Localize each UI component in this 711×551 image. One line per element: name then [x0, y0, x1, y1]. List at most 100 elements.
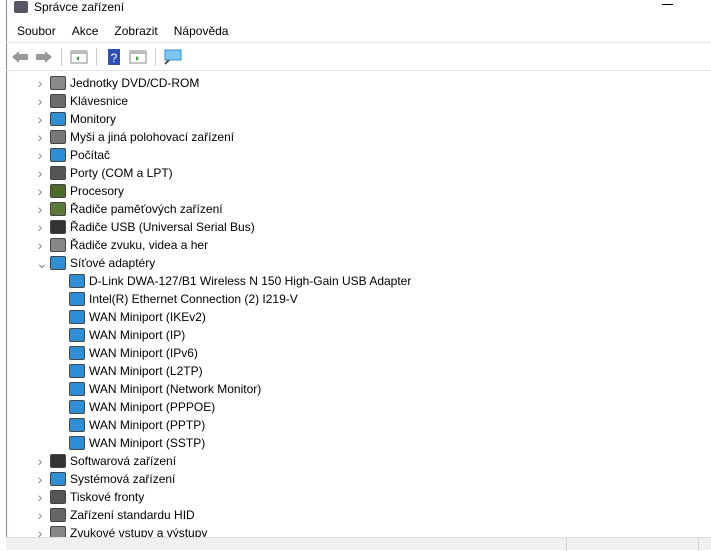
chevron-right-icon[interactable]: ›	[36, 453, 44, 469]
network-adapter-icon	[69, 346, 85, 360]
device-item[interactable]: WAN Miniport (IP)	[8, 326, 711, 344]
chevron-right-icon[interactable]: ›	[36, 93, 44, 109]
item-label: WAN Miniport (PPTP)	[89, 418, 206, 432]
category-item[interactable]: › Počítač	[8, 146, 711, 164]
chevron-right-icon[interactable]: ›	[36, 471, 44, 487]
forward-icon[interactable]	[34, 48, 54, 66]
category-item[interactable]: › Tiskové fronty	[8, 488, 711, 506]
category-item[interactable]: › Jednotky DVD/CD-ROM	[8, 74, 711, 92]
item-label: Zvukové vstupy a výstupy	[70, 526, 208, 537]
network-adapter-icon	[69, 436, 85, 450]
chevron-right-icon[interactable]: ›	[36, 111, 44, 127]
category-item[interactable]: › Zvukové vstupy a výstupy	[8, 524, 711, 537]
category-item[interactable]: › Softwarová zařízení	[8, 452, 711, 470]
title-bar: Správce zařízení	[14, 0, 124, 14]
device-item[interactable]: Intel(R) Ethernet Connection (2) I219-V	[8, 290, 711, 308]
category-item[interactable]: › Zařízení standardu HID	[8, 506, 711, 524]
item-label: Intel(R) Ethernet Connection (2) I219-V	[89, 292, 298, 306]
category-item[interactable]: › Klávesnice	[8, 92, 711, 110]
scan-hardware-icon[interactable]	[163, 48, 183, 66]
category-item[interactable]: › Myši a jiná polohovací zařízení	[8, 128, 711, 146]
properties-icon[interactable]	[69, 48, 89, 66]
item-label: Softwarová zařízení	[70, 454, 177, 468]
chevron-right-icon[interactable]: ›	[36, 219, 44, 235]
network-adapter-icon	[69, 400, 85, 414]
chevron-right-icon[interactable]: ›	[36, 507, 44, 523]
device-item[interactable]: WAN Miniport (Network Monitor)	[8, 380, 711, 398]
toolbar: ?	[10, 47, 183, 67]
chevron-right-icon[interactable]: ›	[36, 147, 44, 163]
toolbar-separator	[96, 48, 97, 66]
device-category-icon	[50, 184, 66, 198]
category-item[interactable]: ⌄ Síťové adaptéry	[8, 254, 711, 272]
category-item[interactable]: › Řadiče paměťových zařízení	[8, 200, 711, 218]
device-item[interactable]: WAN Miniport (IKEv2)	[8, 308, 711, 326]
item-label: Zařízení standardu HID	[70, 508, 195, 522]
device-item[interactable]: WAN Miniport (SSTP)	[8, 434, 711, 452]
item-label: WAN Miniport (L2TP)	[89, 364, 203, 378]
category-item[interactable]: › Procesory	[8, 182, 711, 200]
device-category-icon	[50, 220, 66, 234]
device-category-icon	[50, 166, 66, 180]
item-label: Řadiče USB (Universal Serial Bus)	[70, 220, 255, 234]
category-item[interactable]: › Systémová zařízení	[8, 470, 711, 488]
toolbar-separator	[155, 48, 156, 66]
chevron-right-icon[interactable]: ›	[36, 75, 44, 91]
category-item[interactable]: › Monitory	[8, 110, 711, 128]
device-item[interactable]: WAN Miniport (PPPOE)	[8, 398, 711, 416]
chevron-right-icon[interactable]: ›	[36, 489, 44, 505]
device-category-icon	[50, 490, 66, 504]
item-label: WAN Miniport (PPPOE)	[89, 400, 216, 414]
device-category-icon	[50, 130, 66, 144]
window-border	[6, 0, 7, 550]
menu-zobrazit[interactable]: Zobrazit	[106, 22, 165, 40]
device-item[interactable]: WAN Miniport (L2TP)	[8, 362, 711, 380]
network-adapter-icon	[69, 328, 85, 342]
device-tree[interactable]: › Jednotky DVD/CD-ROM › Klávesnice › Monitory…	[8, 74, 711, 537]
chevron-right-icon[interactable]: ›	[36, 129, 44, 145]
device-category-icon	[50, 202, 66, 216]
category-item[interactable]: › Řadiče USB (Universal Serial Bus)	[8, 218, 711, 236]
chevron-right-icon[interactable]: ›	[36, 201, 44, 217]
chevron-right-icon[interactable]: ›	[36, 525, 44, 537]
network-adapter-icon	[69, 418, 85, 432]
item-label: Řadiče paměťových zařízení	[70, 202, 223, 216]
minimize-button[interactable]	[662, 4, 673, 5]
help-icon[interactable]: ?	[104, 48, 124, 66]
menu-napoveda[interactable]: Nápověda	[166, 22, 237, 40]
window-title: Správce zařízení	[34, 0, 125, 14]
item-label: Porty (COM a LPT)	[70, 166, 173, 180]
svg-text:?: ?	[111, 51, 118, 65]
device-category-icon	[50, 454, 66, 468]
back-icon[interactable]	[10, 48, 30, 66]
item-label: Řadiče zvuku, videa a her	[70, 238, 209, 252]
network-adapter-icon	[69, 274, 85, 288]
update-driver-icon[interactable]	[128, 48, 148, 66]
chevron-down-icon[interactable]: ⌄	[36, 255, 48, 272]
status-bar	[6, 537, 711, 551]
item-label: WAN Miniport (Network Monitor)	[89, 382, 262, 396]
category-item[interactable]: › Porty (COM a LPT)	[8, 164, 711, 182]
item-label: WAN Miniport (SSTP)	[89, 436, 206, 450]
chevron-right-icon[interactable]: ›	[36, 183, 44, 199]
device-category-icon	[50, 94, 66, 108]
device-category-icon	[50, 238, 66, 252]
category-item[interactable]: › Řadiče zvuku, videa a her	[8, 236, 711, 254]
toolbar-separator	[61, 48, 62, 66]
divider	[6, 70, 711, 71]
item-label: Monitory	[70, 112, 117, 126]
menu-akce[interactable]: Akce	[64, 22, 107, 40]
chevron-right-icon[interactable]: ›	[36, 237, 44, 253]
device-item[interactable]: D-Link DWA-127/B1 Wireless N 150 High-Ga…	[8, 272, 711, 290]
device-category-icon	[50, 76, 66, 90]
menu-soubor[interactable]: Soubor	[6, 22, 64, 40]
item-label: Tiskové fronty	[70, 490, 145, 504]
item-label: Systémová zařízení	[70, 472, 176, 486]
chevron-right-icon[interactable]: ›	[36, 165, 44, 181]
device-category-icon	[50, 256, 66, 270]
device-item[interactable]: WAN Miniport (IPv6)	[8, 344, 711, 362]
device-category-icon	[50, 112, 66, 126]
item-label: WAN Miniport (IPv6)	[89, 346, 198, 360]
device-item[interactable]: WAN Miniport (PPTP)	[8, 416, 711, 434]
item-label: D-Link DWA-127/B1 Wireless N 150 High-Ga…	[89, 274, 412, 288]
